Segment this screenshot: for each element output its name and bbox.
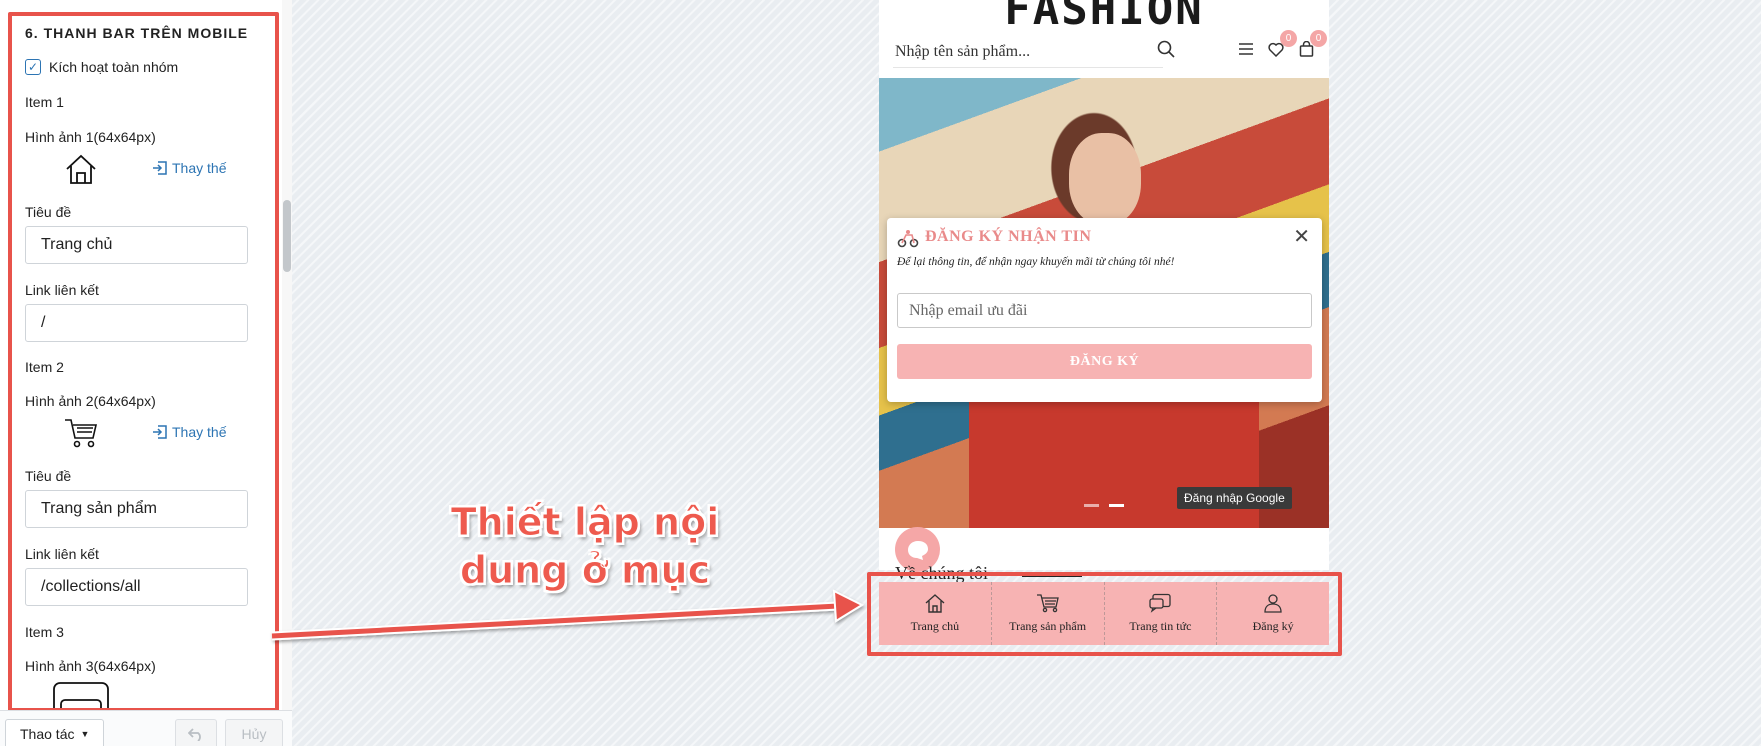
menu-icon[interactable] xyxy=(1235,38,1257,60)
sidebar-bottom-bar: Thao tác ▼ Hủy xyxy=(0,710,292,746)
annotation-text: Thiết lập nội dung ở mục xyxy=(440,498,730,594)
undo-button[interactable] xyxy=(175,719,217,746)
annotation-line-1: Thiết lập nội xyxy=(450,500,720,545)
cart-count-badge: 0 xyxy=(1310,30,1327,47)
subscribe-button[interactable]: ĐĂNG KÝ xyxy=(897,344,1312,379)
settings-highlight-frame xyxy=(8,12,279,712)
search-icon[interactable] xyxy=(1155,38,1177,60)
actions-dropdown-button[interactable]: Thao tác ▼ xyxy=(5,719,105,746)
google-login-button[interactable]: Đăng nhập Google xyxy=(1177,487,1292,509)
store-logo[interactable]: FASHION xyxy=(879,0,1329,35)
popup-description: Để lại thông tin, để nhận ngay khuyến mã… xyxy=(897,256,1175,268)
chat-bubble-icon xyxy=(907,540,928,560)
caret-down-icon: ▼ xyxy=(80,729,90,739)
actions-label: Thao tác xyxy=(20,726,75,742)
close-icon[interactable]: ✕ xyxy=(1293,224,1310,249)
hero-model xyxy=(1069,133,1141,225)
cancel-button[interactable]: Hủy xyxy=(225,719,283,746)
search-input[interactable]: Nhập tên sản phẩm... xyxy=(893,36,1163,68)
settings-scrollbar[interactable] xyxy=(283,200,291,272)
settings-scroll-track[interactable] xyxy=(282,0,292,710)
newsletter-bike-icon xyxy=(897,228,919,253)
undo-icon xyxy=(188,728,201,741)
slider-dots[interactable] xyxy=(1084,504,1124,507)
annotation-line-2: dung ở mục xyxy=(459,548,711,593)
mobile-bar-highlight-frame xyxy=(867,572,1342,656)
popup-title: ĐĂNG KÝ NHẬN TIN xyxy=(925,228,1092,245)
newsletter-popup: ĐĂNG KÝ NHẬN TIN ✕ Để lại thông tin, để … xyxy=(887,218,1322,402)
email-field[interactable]: Nhập email ưu đãi xyxy=(897,293,1312,328)
wishlist-icon[interactable]: 0 xyxy=(1265,30,1297,60)
cart-bag-icon[interactable]: 0 xyxy=(1295,30,1327,60)
settings-sidebar: 6. THANH BAR TRÊN MOBILE ✓ Kích hoạt toà… xyxy=(0,0,292,746)
